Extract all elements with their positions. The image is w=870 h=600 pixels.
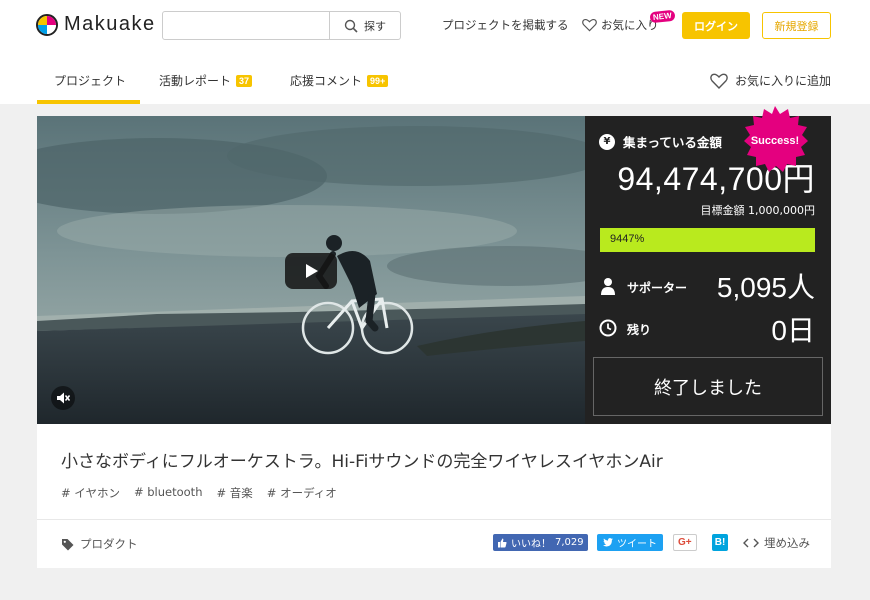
- tab-support-comments-label: 応援コメント: [290, 74, 363, 88]
- support-comments-count-badge: 99+: [367, 74, 389, 87]
- project-card: ¥ 集まっている金額 94,474,700円 目標金額 1,000,000円 9…: [37, 116, 831, 568]
- collected-amount-heading: ¥ 集まっている金額: [599, 132, 722, 151]
- heart-icon: [582, 18, 597, 32]
- remaining-label: 残り: [627, 323, 652, 337]
- tag-link[interactable]: # オーディオ: [267, 485, 337, 501]
- tab-activity-report-label: 活動レポート: [159, 74, 232, 88]
- embed-label: 埋め込み: [764, 536, 810, 550]
- search-box: 探す: [162, 11, 401, 40]
- favorites-link[interactable]: お気に入り: [582, 17, 659, 33]
- thumbs-up-icon: [498, 538, 507, 547]
- google-plus-button[interactable]: G+: [673, 534, 697, 551]
- like-count: 7,029: [555, 537, 584, 548]
- tweet-button[interactable]: ツイート: [597, 534, 663, 551]
- project-title: 小さなボディにフルオーケストラ。Hi-Fiサウンドの完全ワイヤレスイヤホンAir: [61, 452, 663, 472]
- category-link[interactable]: プロダクト: [61, 536, 138, 552]
- logo-text: Makuake: [64, 13, 156, 35]
- supporters-label: サポーター: [627, 281, 688, 295]
- logo-mark-icon: [36, 13, 58, 36]
- tweet-label: ツイート: [617, 539, 657, 550]
- project-tags: # イヤホン # bluetooth # 音楽 # オーディオ: [61, 485, 337, 501]
- category-label: プロダクト: [80, 537, 138, 551]
- search-input[interactable]: [163, 12, 329, 39]
- active-tab-indicator: [37, 100, 140, 104]
- success-badge-text: Success!: [751, 135, 799, 147]
- search-icon: [344, 19, 358, 33]
- yen-icon: ¥: [599, 133, 615, 150]
- embed-button[interactable]: 埋め込み: [743, 535, 810, 551]
- person-icon: [601, 278, 615, 295]
- section-divider: [37, 519, 831, 520]
- add-to-favorites-button[interactable]: お気に入りに追加: [710, 72, 831, 89]
- project-ended-button[interactable]: 終了しました: [593, 357, 823, 416]
- success-badge: Success!: [744, 106, 808, 172]
- tab-project-label: プロジェクト: [54, 74, 127, 88]
- search-button[interactable]: 探す: [329, 12, 400, 39]
- tag-icon: [62, 538, 74, 550]
- supporters-count: 5,095人: [716, 272, 815, 303]
- collected-amount-label: 集まっている金額: [623, 135, 722, 150]
- add-to-favorites-label: お気に入りに追加: [735, 74, 832, 88]
- funding-progress-bar: 9447%: [600, 228, 815, 252]
- tab-project[interactable]: プロジェクト: [54, 72, 126, 89]
- play-icon: [306, 264, 318, 278]
- makuake-logo[interactable]: Makuake: [36, 13, 156, 36]
- tab-support-comments[interactable]: 応援コメント 99+: [290, 72, 389, 89]
- new-badge: NEW: [649, 9, 676, 24]
- play-button[interactable]: [285, 253, 337, 289]
- mute-button[interactable]: [51, 386, 75, 410]
- search-button-label: 探す: [364, 19, 386, 33]
- activity-report-count-badge: 37: [236, 74, 253, 87]
- remaining-days: 0日: [771, 315, 815, 346]
- heart-icon: [710, 73, 728, 89]
- facebook-like-button[interactable]: いいね！ 7,029: [493, 534, 588, 551]
- tag-link[interactable]: # イヤホン: [61, 485, 120, 501]
- goal-amount: 目標金額 1,000,000円: [700, 204, 815, 217]
- tag-link[interactable]: # 音楽: [216, 485, 252, 501]
- twitter-bird-icon: [603, 538, 613, 547]
- muted-speaker-icon: [57, 392, 70, 404]
- login-button[interactable]: ログイン: [682, 12, 750, 39]
- site-header: Makuake 探す プロジェクトを掲載する お気に入り NEW ログイン 新規…: [0, 0, 870, 104]
- clock-icon: [599, 319, 617, 337]
- funding-progress-text: 9447%: [610, 233, 645, 245]
- code-icon: [743, 538, 759, 548]
- hatena-bookmark-button[interactable]: B!: [712, 534, 728, 551]
- post-project-link[interactable]: プロジェクトを掲載する: [442, 17, 569, 33]
- tag-link[interactable]: # bluetooth: [134, 485, 203, 501]
- register-button[interactable]: 新規登録: [762, 12, 831, 39]
- like-label: いいね！: [511, 539, 551, 550]
- tab-activity-report[interactable]: 活動レポート 37: [159, 72, 253, 89]
- project-video[interactable]: [37, 116, 585, 424]
